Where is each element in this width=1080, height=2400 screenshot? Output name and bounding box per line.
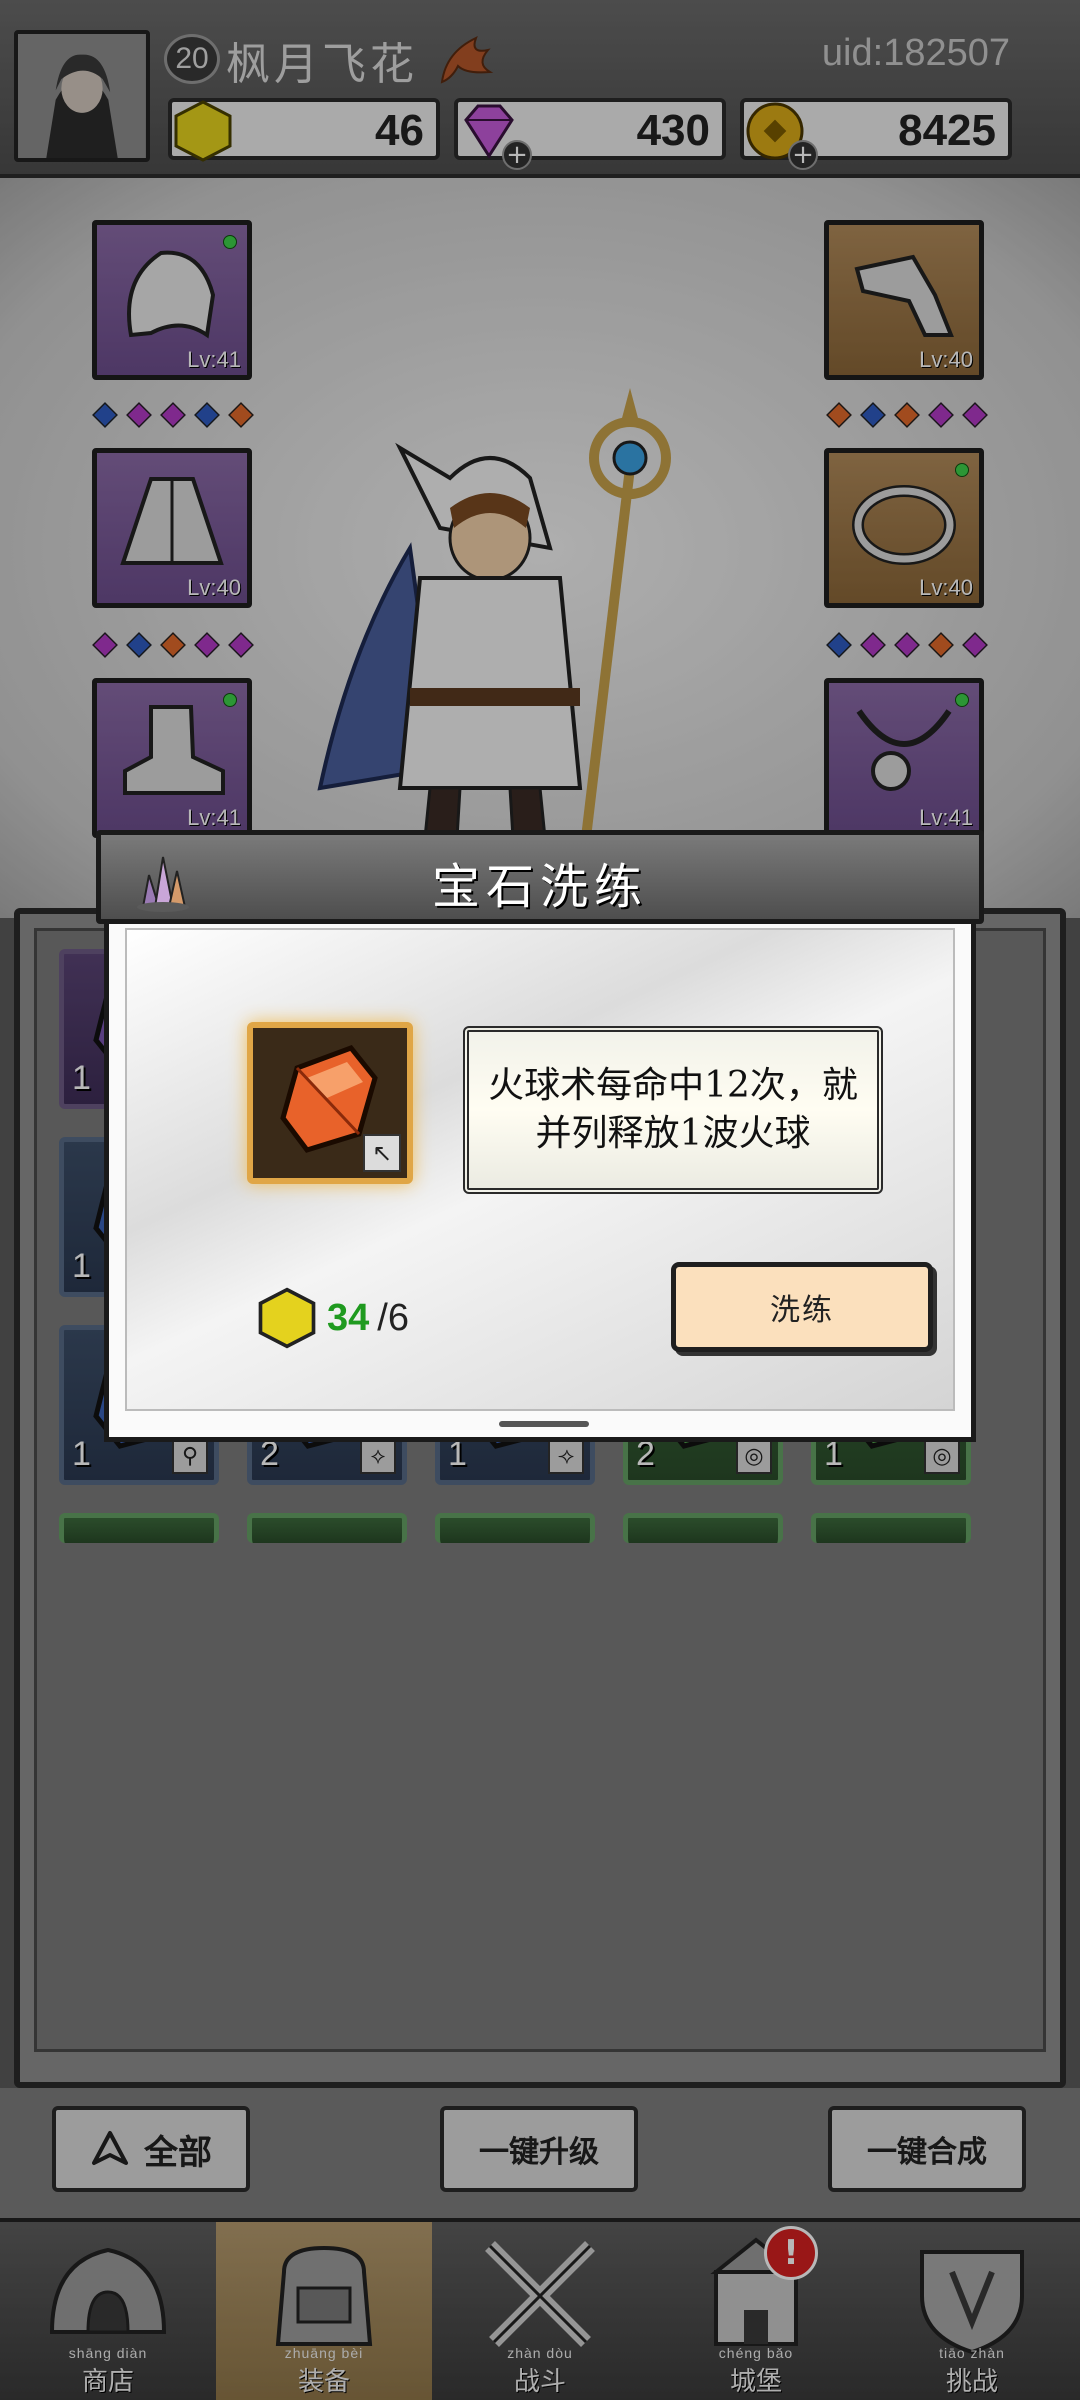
refine-button[interactable]: 洗练: [671, 1262, 933, 1352]
dialog-body: ↖ 火球术每命中12次，就并列释放1波火球 34/6 洗练: [104, 920, 976, 1442]
dialog-handle: [499, 1421, 589, 1427]
gem-effect-description: 火球术每命中12次，就并列释放1波火球: [463, 1026, 883, 1194]
skill-type-icon: ↖: [363, 1134, 401, 1172]
gem-refine-dialog: ↖ 火球术每命中12次，就并列释放1波火球 34/6 洗练 宝石洗练: [96, 830, 984, 1442]
yellow-gem-icon: [258, 1287, 316, 1349]
dialog-content: ↖ 火球术每命中12次，就并列释放1波火球 34/6 洗练: [125, 928, 955, 1411]
dialog-title: 宝石洗练: [431, 859, 648, 915]
refine-cost: 34/6: [255, 1286, 409, 1350]
cost-required: /6: [377, 1296, 409, 1339]
dialog-header: 宝石洗练: [96, 830, 984, 924]
cost-owned: 34: [327, 1296, 370, 1339]
selected-gem-slot[interactable]: ↖: [247, 1022, 413, 1184]
